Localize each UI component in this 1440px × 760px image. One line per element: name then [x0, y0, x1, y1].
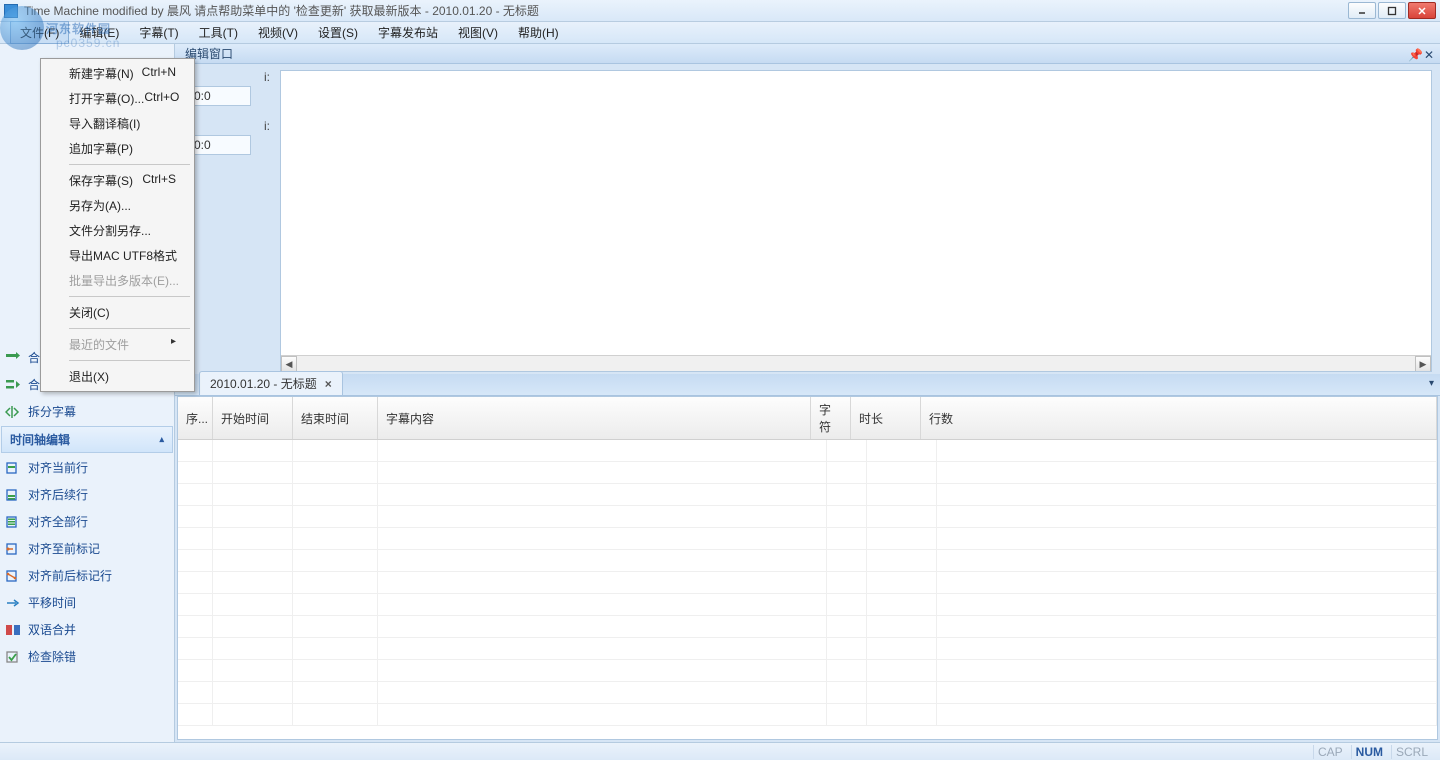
menu-separator [69, 328, 190, 329]
status-bar: CAP NUM SCRL [0, 742, 1440, 760]
table-row[interactable] [178, 550, 1437, 572]
table-row[interactable] [178, 528, 1437, 550]
chevron-up-icon: ▴ [159, 434, 164, 445]
table-row[interactable] [178, 638, 1437, 660]
split-icon [4, 404, 22, 420]
menu-view[interactable]: 视图(V) [448, 21, 508, 44]
sidebar-align-prev-mark[interactable]: 对齐至前标记 [0, 535, 174, 562]
menu-append-subtitle[interactable]: 追加字幕(P) [43, 136, 192, 161]
menu-settings[interactable]: 设置(S) [308, 21, 368, 44]
menu-help[interactable]: 帮助(H) [508, 21, 569, 44]
col-seq[interactable]: 序... [178, 397, 213, 439]
sidebar-section-timeline[interactable]: 时间轴编辑 ▴ [1, 426, 173, 453]
editor-scrollbar[interactable]: ◀ ▶ [281, 355, 1431, 371]
table-row[interactable] [178, 506, 1437, 528]
table-row[interactable] [178, 660, 1437, 682]
check-icon [4, 649, 22, 665]
menu-batch-export: 批量导出多版本(E)... [43, 268, 192, 293]
menu-import-translation[interactable]: 导入翻译稿(I) [43, 111, 192, 136]
file-menu-dropdown: 新建字幕(N)Ctrl+N 打开字幕(O)...Ctrl+O 导入翻译稿(I) … [40, 58, 195, 392]
subtitle-grid: 序... 开始时间 结束时间 字幕内容 字符 时长 行数 [177, 396, 1438, 740]
sidebar-shift-time[interactable]: 平移时间 [0, 589, 174, 616]
document-tab[interactable]: 2010.01.20 - 无标题 × [199, 371, 343, 395]
panel-close-icon[interactable]: ✕ [1424, 48, 1436, 60]
menu-recent-files: 最近的文件▸ [43, 332, 192, 357]
tabs-dropdown-icon[interactable]: ▾ [1429, 378, 1434, 389]
pin-icon[interactable]: 📌 [1408, 48, 1420, 60]
table-row[interactable] [178, 572, 1437, 594]
align-mark-row-icon [4, 568, 22, 584]
status-num: NUM [1351, 745, 1387, 759]
sidebar-split[interactable]: 拆分字幕 [0, 398, 174, 425]
app-icon [4, 4, 18, 18]
sidebar-align-current[interactable]: 对齐当前行 [0, 454, 174, 481]
title-bar: Time Machine modified by 晨风 请点帮助菜单中的 '检查… [0, 0, 1440, 22]
editor-panel-header: 编辑窗口 📌 ✕ [175, 44, 1440, 64]
col-lines[interactable]: 行数 [921, 397, 1437, 439]
table-row[interactable] [178, 704, 1437, 726]
col-content[interactable]: 字幕内容 [378, 397, 811, 439]
window-title: Time Machine modified by 晨风 请点帮助菜单中的 '检查… [24, 2, 1348, 19]
scroll-left-button[interactable]: ◀ [281, 356, 297, 372]
scroll-right-button[interactable]: ▶ [1415, 356, 1431, 372]
table-row[interactable] [178, 616, 1437, 638]
menu-separator [69, 360, 190, 361]
sidebar-align-all[interactable]: 对齐全部行 [0, 508, 174, 535]
merge-newline-icon [4, 377, 22, 393]
col-start[interactable]: 开始时间 [213, 397, 293, 439]
menu-export-mac-utf8[interactable]: 导出MAC UTF8格式 [43, 243, 192, 268]
col-chars[interactable]: 字符 [811, 397, 851, 439]
table-row[interactable] [178, 440, 1437, 462]
status-cap: CAP [1313, 745, 1347, 759]
menu-save-subtitle[interactable]: 保存字幕(S)Ctrl+S [43, 168, 192, 193]
subtitle-text-editor[interactable]: ◀ ▶ [280, 70, 1432, 372]
table-row[interactable] [178, 462, 1437, 484]
menu-bar: 文件(F) 编辑(E) 字幕(T) 工具(T) 视频(V) 设置(S) 字幕发布… [0, 22, 1440, 44]
maximize-button[interactable] [1378, 2, 1406, 19]
align-current-icon [4, 460, 22, 476]
close-button[interactable] [1408, 2, 1436, 19]
menu-file[interactable]: 文件(F) [10, 21, 69, 44]
table-row[interactable] [178, 484, 1437, 506]
sidebar-align-after[interactable]: 对齐后续行 [0, 481, 174, 508]
minimize-button[interactable] [1348, 2, 1376, 19]
sidebar-bilingual-merge[interactable]: 双语合并 [0, 616, 174, 643]
align-after-icon [4, 487, 22, 503]
sidebar-align-mark-row[interactable]: 对齐前后标记行 [0, 562, 174, 589]
document-tab-label: 2010.01.20 - 无标题 [210, 375, 317, 392]
align-prev-mark-icon [4, 541, 22, 557]
menu-separator [69, 296, 190, 297]
menu-exit[interactable]: 退出(X) [43, 364, 192, 389]
menu-tools[interactable]: 工具(T) [189, 21, 248, 44]
menu-video[interactable]: 视频(V) [248, 21, 308, 44]
menu-close-file[interactable]: 关闭(C) [43, 300, 192, 325]
table-row[interactable] [178, 594, 1437, 616]
grid-header: 序... 开始时间 结束时间 字幕内容 字符 时长 行数 [178, 397, 1437, 440]
document-tabs: 2010.01.20 - 无标题 × ▾ [175, 374, 1440, 396]
shift-time-icon [4, 595, 22, 611]
grid-body[interactable] [178, 440, 1437, 739]
bilingual-icon [4, 622, 22, 638]
menu-subtitle[interactable]: 字幕(T) [129, 21, 188, 44]
col-end[interactable]: 结束时间 [293, 397, 378, 439]
menu-split-save[interactable]: 文件分割另存... [43, 218, 192, 243]
table-row[interactable] [178, 682, 1437, 704]
col-dur[interactable]: 时长 [851, 397, 921, 439]
menu-edit[interactable]: 编辑(E) [69, 21, 129, 44]
sidebar-check-errors[interactable]: 检查除错 [0, 643, 174, 670]
menu-publish[interactable]: 字幕发布站 [368, 21, 448, 44]
menu-open-subtitle[interactable]: 打开字幕(O)...Ctrl+O [43, 86, 192, 111]
merge-tail-icon [4, 350, 22, 366]
align-all-icon [4, 514, 22, 530]
menu-new-subtitle[interactable]: 新建字幕(N)Ctrl+N [43, 61, 192, 86]
tab-close-icon[interactable]: × [325, 377, 332, 391]
menu-save-as[interactable]: 另存为(A)... [43, 193, 192, 218]
menu-separator [69, 164, 190, 165]
status-scrl: SCRL [1391, 745, 1432, 759]
